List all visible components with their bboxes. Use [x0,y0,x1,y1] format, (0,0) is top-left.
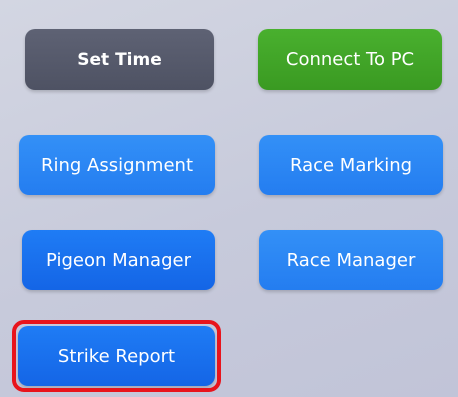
strike-report-label: Strike Report [57,345,176,367]
strike-report-button[interactable]: Strike Report [18,326,215,386]
race-manager-button[interactable]: Race Manager [259,230,443,290]
ring-assignment-button[interactable]: Ring Assignment [19,135,215,195]
set-time-label: Set Time [77,49,162,70]
ring-assignment-label: Ring Assignment [40,154,194,176]
set-time-button[interactable]: Set Time [25,29,214,90]
pigeon-manager-label: Pigeon Manager [45,249,191,271]
pigeon-manager-button[interactable]: Pigeon Manager [22,230,215,290]
race-manager-label: Race Manager [286,249,416,271]
race-marking-button[interactable]: Race Marking [259,135,443,195]
connect-to-pc-button[interactable]: Connect To PC [258,29,442,90]
connect-to-pc-label: Connect To PC [285,49,415,70]
race-marking-label: Race Marking [289,154,413,176]
main-menu-screen: Set Time Connect To PC Ring Assignment R… [0,0,458,397]
